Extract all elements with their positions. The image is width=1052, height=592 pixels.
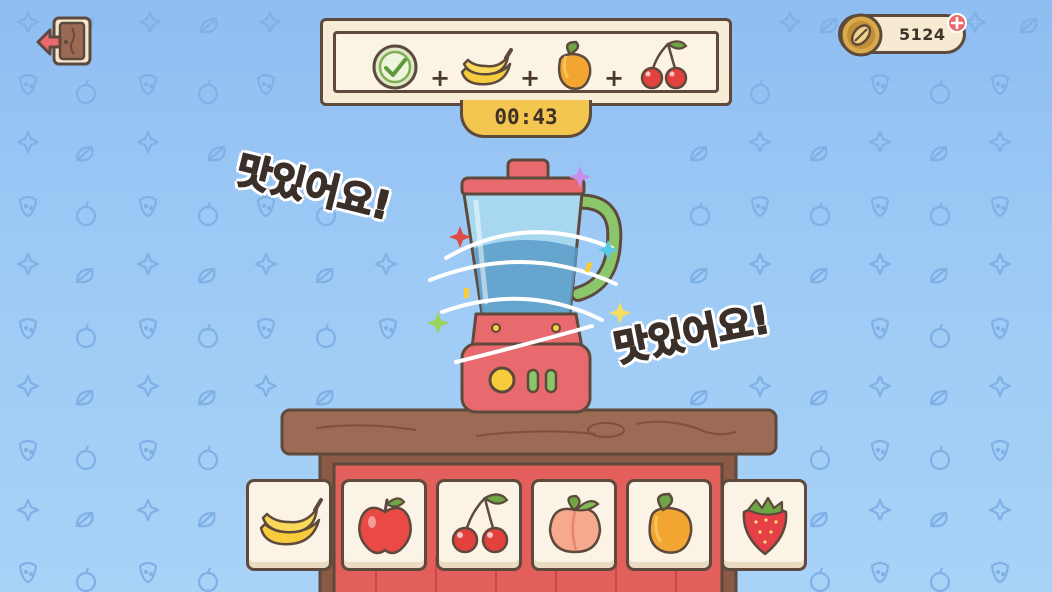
exit-button[interactable] [34, 16, 92, 66]
cherry-icon [451, 493, 509, 554]
timer-value: 00:43 [494, 105, 558, 129]
plus-sign: + [520, 64, 541, 92]
timer: 00:43 [460, 100, 592, 138]
plus-sign: + [604, 64, 625, 92]
recipe-panel: + + + [320, 18, 732, 106]
blender [427, 158, 631, 414]
cherry-icon [640, 40, 688, 90]
exit-door-icon [36, 16, 92, 66]
strawberry-icon [742, 496, 788, 556]
add-coins-button[interactable] [946, 12, 968, 34]
fruit-slot-mango[interactable] [626, 479, 712, 571]
fruit-slot-peach[interactable] [531, 479, 617, 571]
fruit-slot-strawberry[interactable] [721, 479, 807, 571]
fruit-slot-cherry[interactable] [436, 479, 522, 571]
mango-icon [557, 40, 592, 90]
fruit-slot-banana[interactable] [246, 479, 332, 571]
coin-count: 5124 [899, 25, 946, 44]
check-icon [372, 44, 418, 90]
seed-coin-icon [839, 13, 883, 57]
banana-icon [460, 48, 513, 86]
banana-icon [259, 498, 323, 546]
apple-icon [358, 497, 412, 555]
peach-icon [548, 494, 602, 554]
fruit-slot-apple[interactable] [341, 479, 427, 571]
recipe-inner: + + + [333, 31, 719, 93]
mango-icon [648, 492, 693, 554]
plus-sign: + [430, 64, 451, 92]
